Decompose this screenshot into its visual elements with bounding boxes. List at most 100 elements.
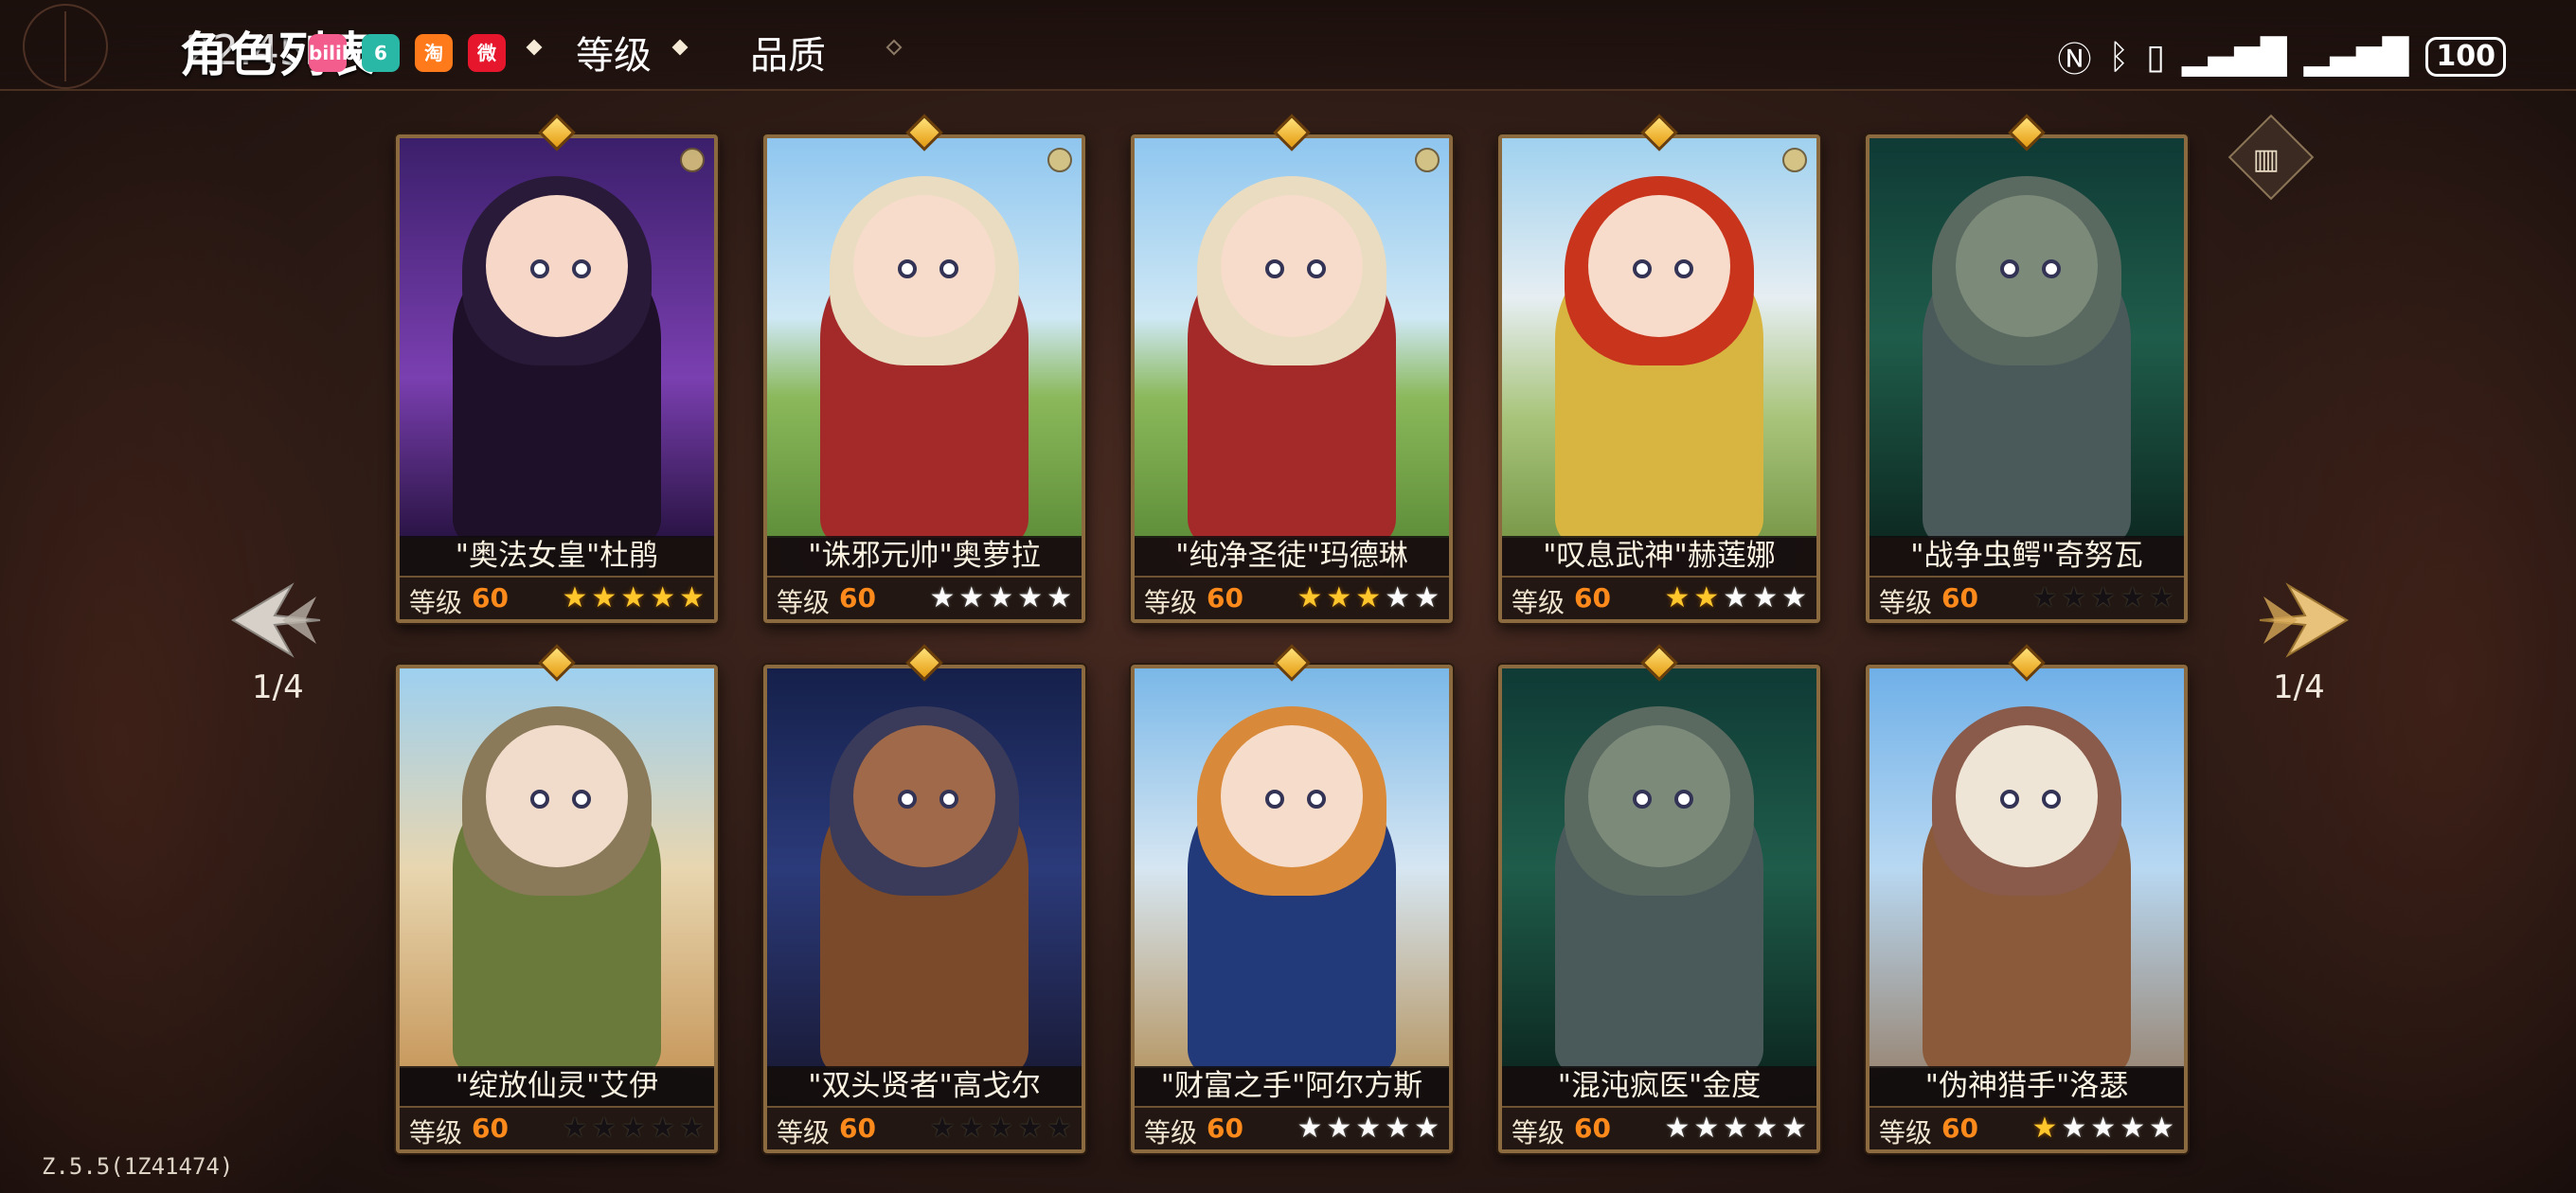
character-card[interactable]: "奥法女皇"杜鹃 等级 60 ★ ★ ★ ★ ★	[396, 114, 718, 623]
battery-indicator: 100	[2425, 37, 2506, 77]
character-card[interactable]: "诛邪元帅"奥萝拉 等级 60 ★ ★ ★ ★ ★	[763, 114, 1085, 623]
portrait-eye	[2000, 790, 2019, 809]
level-label: 等级	[409, 1117, 463, 1148]
portrait-head	[853, 725, 995, 867]
star-icon: ★	[1723, 581, 1749, 614]
level-label: 等级	[1512, 1117, 1565, 1148]
level-value: 60	[839, 1113, 876, 1144]
nfc-icon: Ⓝ	[2057, 41, 2092, 80]
star-icon: ★	[1297, 581, 1323, 614]
character-card[interactable]: "双头贤者"高戈尔 等级 60 ★ ★ ★ ★ ★	[763, 644, 1085, 1153]
level-value: 60	[472, 582, 509, 614]
star-icon: ★	[2120, 581, 2146, 614]
character-portrait	[1502, 138, 1816, 538]
star-icon: ★	[1414, 1112, 1440, 1145]
arrow-right-icon[interactable]	[2250, 568, 2354, 672]
filter-icon: ▥	[2252, 143, 2281, 177]
character-name: "奥法女皇"杜鹃	[400, 536, 714, 576]
star-icon: ★	[1046, 1112, 1072, 1145]
star-rating: ★ ★ ★ ★ ★	[2031, 1113, 2174, 1144]
star-icon: ★	[1781, 581, 1807, 614]
character-card[interactable]: "叹息武神"赫莲娜 等级 60 ★ ★ ★ ★ ★	[1498, 114, 1820, 623]
character-name: "双头贤者"高戈尔	[767, 1066, 1082, 1106]
compass-emblem-icon	[23, 4, 108, 89]
portrait-eye	[1265, 259, 1284, 278]
star-icon: ★	[988, 1112, 1014, 1145]
card-info-bar: 等级 60 ★ ★ ★ ★ ★	[767, 1106, 1082, 1149]
card-frame: "绽放仙灵"艾伊 等级 60 ★ ★ ★ ★ ★	[396, 665, 718, 1153]
portrait-eye	[2042, 790, 2061, 809]
star-icon: ★	[2061, 581, 2087, 614]
star-icon: ★	[620, 581, 647, 614]
arrow-left-icon[interactable]	[225, 568, 330, 672]
level-label: 等级	[1879, 1117, 1933, 1148]
faction-badge-icon	[680, 148, 705, 172]
star-icon: ★	[650, 1112, 676, 1145]
portrait-eye	[530, 259, 549, 278]
star-rating: ★ ★ ★ ★ ★	[1664, 1113, 1807, 1144]
vibrate-icon: ▯	[2146, 37, 2165, 77]
portrait-eye	[1265, 790, 1284, 809]
card-info-bar: 等级 60 ★ ★ ★ ★ ★	[1135, 576, 1449, 619]
level-label: 等级	[409, 587, 463, 618]
star-rating: ★ ★ ★ ★ ★	[929, 1113, 1072, 1144]
card-frame: "双头贤者"高戈尔 等级 60 ★ ★ ★ ★ ★	[763, 665, 1085, 1153]
star-icon: ★	[1355, 581, 1382, 614]
character-card[interactable]: "战争虫鳄"奇努瓦 等级 60 ★ ★ ★ ★ ★	[1866, 114, 2188, 623]
app-icon: 6	[362, 34, 400, 72]
star-icon: ★	[562, 1112, 588, 1145]
star-icon: ★	[1414, 581, 1440, 614]
card-frame: "伪神猎手"洛瑟 等级 60 ★ ★ ★ ★ ★	[1866, 665, 2188, 1153]
portrait-eye	[898, 259, 917, 278]
character-card[interactable]: "纯净圣徒"玛德琳 等级 60 ★ ★ ★ ★ ★	[1131, 114, 1453, 623]
portrait-eye	[530, 790, 549, 809]
card-frame: "战争虫鳄"奇努瓦 等级 60 ★ ★ ★ ★ ★	[1866, 134, 2188, 623]
bilibili-app-icon: bilibili	[309, 34, 375, 72]
character-card[interactable]: "混沌疯医"金度 等级 60 ★ ★ ★ ★ ★	[1498, 644, 1820, 1153]
star-icon: ★	[1017, 1112, 1044, 1145]
taobao-app-icon: 淘	[415, 34, 453, 72]
star-icon: ★	[1385, 581, 1411, 614]
character-card[interactable]: "绽放仙灵"艾伊 等级 60 ★ ★ ★ ★ ★	[396, 644, 718, 1153]
star-icon: ★	[1723, 1112, 1749, 1145]
star-icon: ★	[591, 581, 617, 614]
top-bar: 22:45 角色列表 bilibili 6 淘 微 等级 品质 Ⓝ ᛒ ▯ ▂▄…	[0, 0, 2576, 91]
character-name: "财富之手"阿尔方斯	[1135, 1066, 1449, 1106]
star-rating: ★ ★ ★ ★ ★	[1297, 1113, 1440, 1144]
portrait-eye	[572, 790, 591, 809]
tab-level[interactable]: 等级	[576, 25, 652, 80]
character-card[interactable]: "财富之手"阿尔方斯 等级 60 ★ ★ ★ ★ ★	[1131, 644, 1453, 1153]
star-icon: ★	[929, 581, 956, 614]
character-card[interactable]: "伪神猎手"洛瑟 等级 60 ★ ★ ★ ★ ★	[1866, 644, 2188, 1153]
portrait-eye	[1674, 790, 1693, 809]
card-info-bar: 等级 60 ★ ★ ★ ★ ★	[1135, 1106, 1449, 1149]
portrait-eye	[939, 259, 958, 278]
star-icon: ★	[2061, 1112, 2087, 1145]
character-name: "绽放仙灵"艾伊	[400, 1066, 714, 1106]
star-icon: ★	[679, 581, 705, 614]
portrait-eye	[898, 790, 917, 809]
page-indicator-left: 1/4	[252, 668, 304, 706]
level-label: 等级	[1512, 587, 1565, 618]
tab-separator-icon	[886, 39, 903, 56]
star-icon: ★	[2090, 581, 2117, 614]
status-app-icons: bilibili 6 淘 微	[309, 34, 506, 72]
portrait-eye	[1307, 259, 1326, 278]
character-name: "纯净圣徒"玛德琳	[1135, 536, 1449, 576]
character-name: "混沌疯医"金度	[1502, 1066, 1816, 1106]
tab-quality[interactable]: 品质	[750, 25, 826, 80]
star-icon: ★	[958, 1112, 985, 1145]
level-value: 60	[1941, 1113, 1978, 1144]
star-icon: ★	[1297, 1112, 1323, 1145]
bluetooth-icon: ᛒ	[2108, 37, 2130, 77]
level-label: 等级	[777, 587, 831, 618]
system-status-icons: Ⓝ ᛒ ▯ ▂▄▆█ ▂▄▆█ 100	[2057, 32, 2506, 81]
card-info-bar: 等级 60 ★ ★ ★ ★ ★	[400, 576, 714, 619]
star-icon: ★	[1752, 581, 1779, 614]
level-value: 60	[472, 1113, 509, 1144]
portrait-eye	[572, 259, 591, 278]
level-value: 60	[1207, 1113, 1243, 1144]
character-name: "战争虫鳄"奇努瓦	[1869, 536, 2184, 576]
portrait-head	[486, 195, 628, 337]
star-icon: ★	[1752, 1112, 1779, 1145]
